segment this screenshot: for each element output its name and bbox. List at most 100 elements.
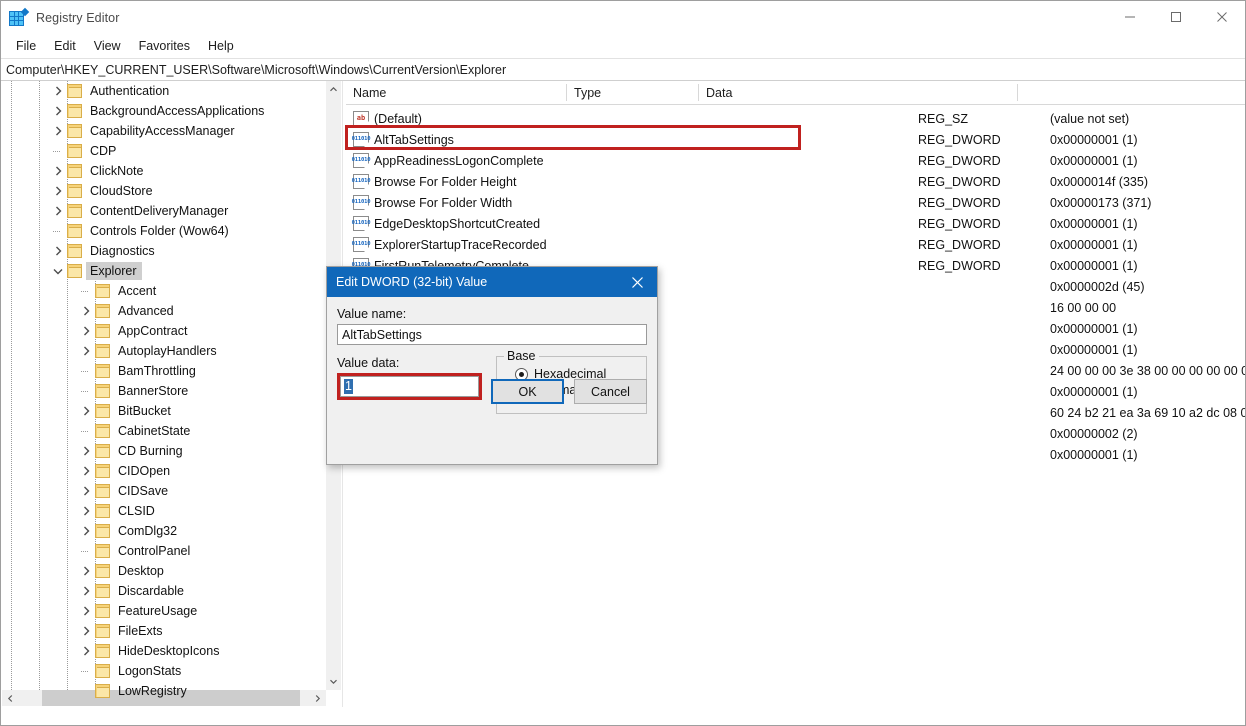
tree-item-autoplayhandlers[interactable]: AutoplayHandlers bbox=[1, 341, 327, 361]
maximize-icon[interactable] bbox=[1153, 1, 1199, 33]
column-divider[interactable] bbox=[566, 84, 567, 101]
chevron-right-icon[interactable] bbox=[49, 122, 67, 140]
tree-item-logonstats[interactable]: LogonStats bbox=[1, 661, 327, 681]
table-row[interactable]: 011 010 AppReadinessLogonComplete REG_DWORD… bbox=[346, 150, 1245, 171]
column-header-data[interactable]: Data bbox=[699, 81, 1018, 104]
tree-item-cidopen[interactable]: CIDOpen bbox=[1, 461, 327, 481]
tree-item-cd-burning[interactable]: CD Burning bbox=[1, 441, 327, 461]
tree-item-accent[interactable]: Accent bbox=[1, 281, 327, 301]
reg-dword-icon: 011 010 bbox=[352, 174, 371, 189]
tree-item-clicknote[interactable]: ClickNote bbox=[1, 161, 327, 181]
tree-item-bannerstore[interactable]: BannerStore bbox=[1, 381, 327, 401]
chevron-right-icon[interactable] bbox=[77, 322, 95, 340]
minimize-icon[interactable] bbox=[1107, 1, 1153, 33]
value-data-cell: 0x00000001 (1) bbox=[1050, 153, 1138, 168]
scroll-left-icon[interactable] bbox=[2, 690, 19, 706]
chevron-right-icon[interactable] bbox=[77, 442, 95, 460]
close-icon[interactable] bbox=[617, 267, 657, 297]
tree-leaf-spacer bbox=[77, 382, 95, 400]
chevron-right-icon[interactable] bbox=[77, 622, 95, 640]
menu-item-edit[interactable]: Edit bbox=[45, 37, 85, 55]
menu-item-view[interactable]: View bbox=[85, 37, 130, 55]
chevron-right-icon[interactable] bbox=[77, 482, 95, 500]
tree-item-featureusage[interactable]: FeatureUsage bbox=[1, 601, 327, 621]
tree-item-explorer[interactable]: Explorer bbox=[1, 261, 327, 281]
chevron-right-icon[interactable] bbox=[77, 562, 95, 580]
tree-item-appcontract[interactable]: AppContract bbox=[1, 321, 327, 341]
cancel-button[interactable]: Cancel bbox=[574, 379, 647, 404]
chevron-right-icon[interactable] bbox=[49, 202, 67, 220]
tree-item-backgroundaccessapplications[interactable]: BackgroundAccessApplications bbox=[1, 101, 327, 121]
table-row[interactable]: 011 010 ExplorerStartupTraceRecorded REG_DW… bbox=[346, 234, 1245, 255]
ok-button[interactable]: OK bbox=[491, 379, 564, 404]
tree-item-cidsave[interactable]: CIDSave bbox=[1, 481, 327, 501]
chevron-right-icon[interactable] bbox=[77, 522, 95, 540]
menu-item-file[interactable]: File bbox=[7, 37, 45, 55]
chevron-right-icon[interactable] bbox=[77, 402, 95, 420]
tree-item-hidedesktopicons[interactable]: HideDesktopIcons bbox=[1, 641, 327, 661]
tree-item-advanced[interactable]: Advanced bbox=[1, 301, 327, 321]
value-name-input[interactable]: AltTabSettings bbox=[337, 324, 647, 345]
table-row[interactable]: ab (Default) REG_SZ (value not set) bbox=[346, 108, 1245, 129]
chevron-right-icon[interactable] bbox=[49, 102, 67, 120]
chevron-right-icon[interactable] bbox=[77, 582, 95, 600]
tree-item-capabilityaccessmanager[interactable]: CapabilityAccessManager bbox=[1, 121, 327, 141]
tree-item-contentdeliverymanager[interactable]: ContentDeliveryManager bbox=[1, 201, 327, 221]
folder-icon bbox=[67, 104, 83, 118]
tree-item-label: FeatureUsage bbox=[118, 604, 198, 618]
scroll-right-icon[interactable] bbox=[309, 690, 326, 706]
column-divider[interactable] bbox=[1017, 84, 1018, 101]
scroll-up-icon[interactable] bbox=[326, 81, 341, 98]
menu-item-help[interactable]: Help bbox=[199, 37, 243, 55]
close-icon[interactable] bbox=[1199, 1, 1245, 33]
column-divider[interactable] bbox=[698, 84, 699, 101]
scroll-down-icon[interactable] bbox=[326, 673, 341, 690]
table-row[interactable]: 011 010 EdgeDesktopShortcutCreated REG_DWOR… bbox=[346, 213, 1245, 234]
column-header-type[interactable]: Type bbox=[567, 81, 699, 104]
tree-item-cabinetstate[interactable]: CabinetState bbox=[1, 421, 327, 441]
chevron-right-icon[interactable] bbox=[77, 502, 95, 520]
chevron-right-icon[interactable] bbox=[77, 342, 95, 360]
address-bar[interactable]: Computer\HKEY_CURRENT_USER\Software\Micr… bbox=[1, 58, 1245, 81]
chevron-right-icon[interactable] bbox=[49, 182, 67, 200]
tree-item-bitbucket[interactable]: BitBucket bbox=[1, 401, 327, 421]
registry-editor-icon bbox=[9, 7, 30, 26]
tree-item-cloudstore[interactable]: CloudStore bbox=[1, 181, 327, 201]
tree-item-comdlg32[interactable]: ComDlg32 bbox=[1, 521, 327, 541]
tree-item-label: BannerStore bbox=[118, 384, 189, 398]
table-row[interactable]: 011 010 AltTabSettings REG_DWORD 0x00000001 … bbox=[346, 129, 1245, 150]
value-name-cell: 011 010 ExplorerStartupTraceRecorded bbox=[352, 234, 547, 255]
chevron-down-icon[interactable] bbox=[49, 262, 67, 280]
chevron-right-icon[interactable] bbox=[77, 302, 95, 320]
value-data-cell: 0x00000001 (1) bbox=[1050, 258, 1138, 273]
chevron-right-icon[interactable] bbox=[77, 642, 95, 660]
tree-item-clsid[interactable]: CLSID bbox=[1, 501, 327, 521]
value-name-cell: 011 010 AltTabSettings bbox=[352, 129, 454, 150]
tree-item-controlpanel[interactable]: ControlPanel bbox=[1, 541, 327, 561]
chevron-right-icon[interactable] bbox=[77, 462, 95, 480]
menu-bar: File Edit View Favorites Help bbox=[1, 34, 1245, 58]
tree-item-fileexts[interactable]: FileExts bbox=[1, 621, 327, 641]
value-data-input[interactable]: 1 bbox=[340, 376, 479, 397]
tree-item-cdp[interactable]: CDP bbox=[1, 141, 327, 161]
chevron-right-icon[interactable] bbox=[49, 162, 67, 180]
table-row[interactable]: 011 010 Browse For Folder Height REG_DWORD 0… bbox=[346, 171, 1245, 192]
chevron-right-icon[interactable] bbox=[77, 602, 95, 620]
folder-icon bbox=[67, 124, 83, 138]
tree-item-label: AppContract bbox=[118, 324, 188, 338]
tree-item-label: CIDSave bbox=[118, 484, 169, 498]
chevron-right-icon[interactable] bbox=[49, 82, 67, 100]
tree-item-diagnostics[interactable]: Diagnostics bbox=[1, 241, 327, 261]
value-data-cell: 0x00000001 (1) bbox=[1050, 384, 1138, 399]
tree-item-bamthrottling[interactable]: BamThrottling bbox=[1, 361, 327, 381]
menu-item-favorites[interactable]: Favorites bbox=[130, 37, 199, 55]
value-type-cell: REG_DWORD bbox=[918, 195, 1001, 210]
folder-icon bbox=[95, 284, 111, 298]
tree-item-controls-folder-wow64[interactable]: Controls Folder (Wow64) bbox=[1, 221, 327, 241]
tree-item-desktop[interactable]: Desktop bbox=[1, 561, 327, 581]
column-header-name[interactable]: Name bbox=[346, 81, 566, 104]
tree-item-discardable[interactable]: Discardable bbox=[1, 581, 327, 601]
table-row[interactable]: 011 010 Browse For Folder Width REG_DWORD 0x… bbox=[346, 192, 1245, 213]
tree-item-authentication[interactable]: Authentication bbox=[1, 81, 327, 101]
chevron-right-icon[interactable] bbox=[49, 242, 67, 260]
